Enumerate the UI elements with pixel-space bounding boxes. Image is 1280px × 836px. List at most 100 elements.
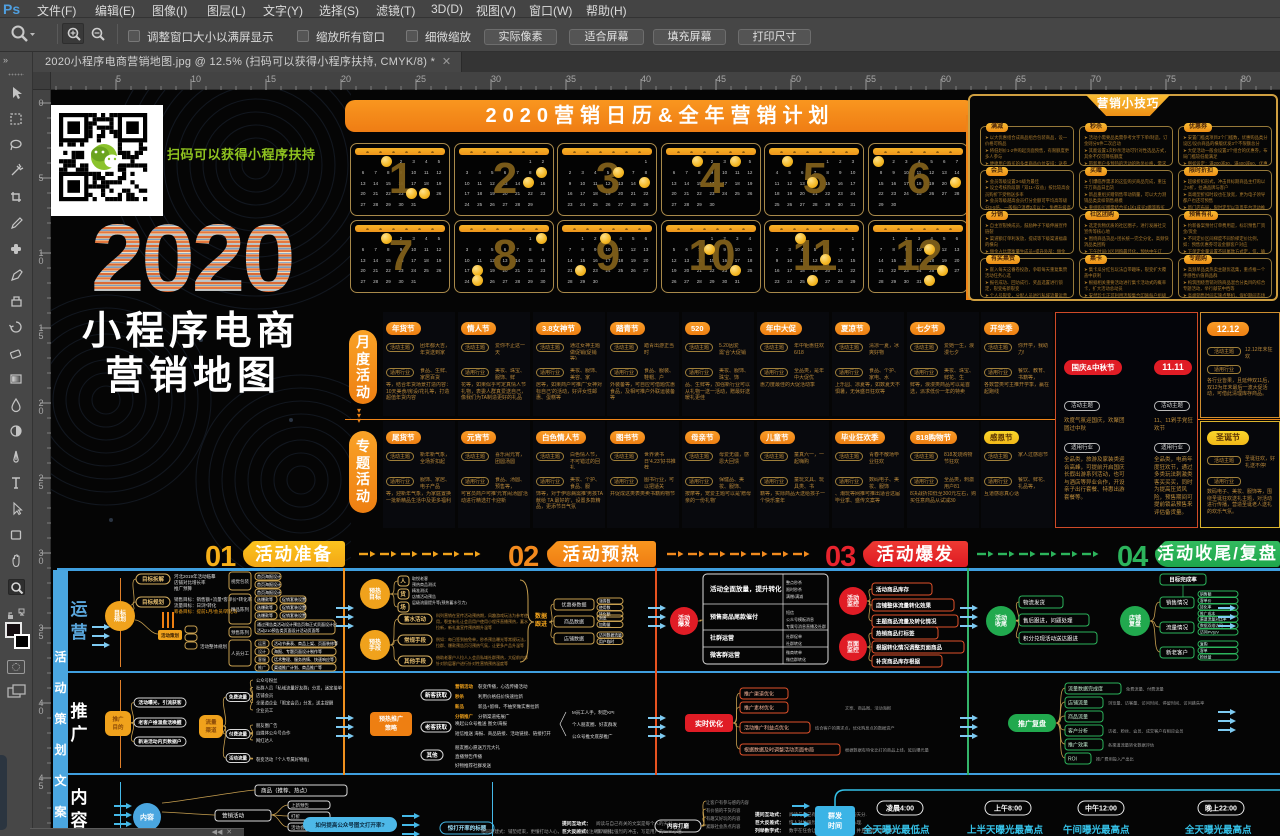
svg-text:网红达人: 网红达人 bbox=[256, 737, 274, 744]
svg-text:收尾: 收尾 bbox=[995, 620, 1007, 628]
svg-text:有趣又好玩的内容: 有趣又好玩的内容 bbox=[706, 815, 741, 822]
svg-text:销售额: 销售额 bbox=[1200, 592, 1212, 597]
svg-text:手段: 手段 bbox=[369, 644, 381, 652]
svg-text:新进活动内页数据户: 新进活动内页数据户 bbox=[138, 738, 181, 745]
svg-text:分销渠道拓展广: 分销渠道拓展广 bbox=[478, 713, 510, 720]
svg-text:复购: 复购 bbox=[1200, 642, 1208, 647]
svg-text:根据数据及时调整活动页面布局: 根据数据及时调整活动页面布局 bbox=[744, 747, 814, 754]
svg-text:活动: 活动 bbox=[995, 614, 1007, 622]
svg-text:根据数据有特化比打的商品上线，延后曝光量: 根据数据有特化比打的商品上线，延后曝光量 bbox=[845, 747, 929, 754]
svg-text:其他: 其他 bbox=[426, 751, 438, 759]
svg-text:活动流量: 活动流量 bbox=[229, 755, 247, 762]
svg-text:店铺整体流量转化效果: 店铺整体流量转化效果 bbox=[876, 602, 932, 610]
svg-text:上半天曝光最高点: 上半天曝光最高点 bbox=[967, 824, 1044, 836]
svg-text:促销套装设置: 促销套装设置 bbox=[282, 604, 306, 610]
svg-text:让客户有参与感的内容: 让客户有参与感的内容 bbox=[706, 799, 750, 806]
svg-text:老客获取: 老客获取 bbox=[424, 723, 448, 731]
svg-text:如何提高公众号图文打开率?: 如何提高公众号图文打开率? bbox=[315, 821, 385, 829]
svg-text:其他手段: 其他手段 bbox=[404, 657, 427, 665]
svg-text:浏览量、访客量、访问时间、停留时间、访问跳失率: 浏览量、访客量、访问时间、停留时间、访问跳失率 bbox=[1108, 700, 1204, 707]
svg-text:活动商品库存: 活动商品库存 bbox=[876, 586, 910, 594]
svg-text:蓄水活动: 蓄水活动 bbox=[404, 615, 427, 623]
svg-text:推广效果: 推广效果 bbox=[1068, 742, 1088, 749]
svg-text:活动推广利益点优化: 活动推广利益点优化 bbox=[744, 725, 789, 732]
svg-text:新品+留样，不抽奖做实惠拉新: 新品+留样，不抽奖做实惠拉新 bbox=[478, 703, 540, 710]
svg-text:紧跟社会热点内容: 紧跟社会热点内容 bbox=[706, 823, 741, 830]
svg-text:微客群运营: 微客群运营 bbox=[709, 651, 740, 659]
svg-text:全天曝光最高点: 全天曝光最高点 bbox=[1184, 824, 1252, 836]
svg-text:推广成本: 推广成本 bbox=[1200, 611, 1215, 616]
svg-text:选爆款等: 选爆款等 bbox=[257, 596, 273, 602]
svg-text:售后跟进，问题处理: 售后跟进，问题处理 bbox=[1023, 617, 1073, 625]
svg-text:文案、商品图、活动海报: 文案、商品图、活动海报 bbox=[845, 705, 892, 712]
svg-text:优惠券数据: 优惠券数据 bbox=[561, 602, 586, 609]
svg-text:预热商品测试: 预热商品测试 bbox=[412, 581, 436, 587]
svg-text:促销套装设置: 促销套装设置 bbox=[282, 612, 306, 618]
svg-text:主题商品流量及转化情况: 主题商品流量及转化情况 bbox=[876, 618, 937, 626]
svg-text:精准测试: 精准测试 bbox=[412, 587, 428, 593]
svg-text:全天曝光最低点: 全天曝光最低点 bbox=[862, 824, 930, 836]
svg-text:店铺活动预告: 店铺活动预告 bbox=[412, 593, 436, 599]
svg-text:场: 场 bbox=[400, 603, 406, 611]
svg-text:全渠道企业「限定会员」分发，送主提醒: 全渠道企业「限定会员」分发，送主提醒 bbox=[256, 700, 334, 707]
svg-text:微信群转化: 微信群转化 bbox=[786, 656, 806, 662]
svg-text:新品: 新品 bbox=[455, 703, 464, 710]
svg-text:拉群、爆款预告页可预热气氛，让更多产品升温等: 拉群、爆款预告页可预热气氛，让更多产品升温等 bbox=[436, 642, 524, 648]
svg-text:预热: 预热 bbox=[369, 638, 381, 646]
svg-text:有价值的干货内容: 有价值的干货内容 bbox=[706, 807, 741, 814]
svg-text:内容打磨: 内容打磨 bbox=[667, 822, 690, 830]
svg-text:跟进: 跟进 bbox=[535, 620, 547, 628]
svg-text:爆发: 爆发 bbox=[678, 620, 690, 628]
svg-text:自媒体公众号合作: 自媒体公众号合作 bbox=[256, 730, 291, 737]
svg-text:推广费用投入产出比: 推广费用投入产出比 bbox=[1096, 756, 1134, 763]
svg-text:预售商品尾款催付: 预售商品尾款催付 bbox=[710, 613, 758, 621]
svg-text:社群促单: 社群促单 bbox=[786, 633, 802, 639]
svg-text:例如：每日签到抽免单，秒杀预告曝光等常规玩法，: 例如：每日签到抽免单，秒杀预告曝光等常规玩法， bbox=[436, 636, 528, 642]
svg-text:活动策划: 活动策划 bbox=[161, 632, 179, 639]
svg-text:河北2019年活动临摹: 河北2019年活动临摹 bbox=[174, 573, 216, 580]
svg-text:上新预告: 上新预告 bbox=[291, 802, 309, 809]
svg-text:营销活动: 营销活动 bbox=[222, 812, 245, 820]
svg-text:提问互动式：: 提问互动式： bbox=[562, 820, 591, 827]
svg-text:预售陈列: 预售陈列 bbox=[231, 629, 249, 636]
svg-text:公众号模板消息: 公众号模板消息 bbox=[786, 616, 814, 622]
svg-text:流量数据完成度: 流量数据完成度 bbox=[1068, 686, 1103, 693]
svg-text:店铺: 店铺 bbox=[1129, 614, 1141, 622]
svg-text:免费流量: 免费流量 bbox=[229, 694, 247, 701]
svg-text:规划: 规划 bbox=[114, 615, 126, 623]
svg-text:推广渠道优化: 推广渠道优化 bbox=[744, 691, 774, 698]
svg-text:实时优化: 实时优化 bbox=[695, 719, 723, 728]
svg-text:营销活动: 营销活动 bbox=[455, 683, 473, 690]
svg-text:数据: 数据 bbox=[535, 612, 547, 620]
svg-text:相同新建式：铺垫结束，更懂打动人心，让人不自觉关注刷新发展。: 相同新建式：铺垫结束，更懂打动人心，让人不自觉关注刷新发展。 bbox=[481, 828, 616, 835]
svg-text:ROI: ROI bbox=[1068, 757, 1077, 763]
svg-text:商品数据: 商品数据 bbox=[564, 619, 584, 626]
svg-text:时间: 时间 bbox=[828, 821, 842, 830]
svg-text:活动: 活动 bbox=[678, 614, 690, 622]
svg-text:活动曝光，引流获客: 活动曝光，引流获客 bbox=[138, 699, 181, 706]
svg-text:各渠道流量转化数据评估: 各渠道流量转化数据评估 bbox=[1108, 742, 1154, 749]
svg-text:常规手段: 常规手段 bbox=[404, 636, 427, 644]
svg-text:店铺流量: 店铺流量 bbox=[1068, 700, 1088, 707]
svg-text:活动全面放量，提升转化: 活动全面放量，提升转化 bbox=[710, 584, 782, 593]
svg-text:精品陈列: 精品陈列 bbox=[231, 606, 249, 613]
svg-text:巨大反差式：: 巨大反差式： bbox=[755, 819, 784, 826]
svg-text:渠道推广计划、商品推广等: 渠道推广计划、商品推广等 bbox=[274, 664, 322, 670]
svg-text:活动: 活动 bbox=[847, 594, 859, 602]
svg-text:活动210预告类页面设计活动页面等: 活动210预告类页面设计活动页面等 bbox=[257, 627, 320, 633]
svg-text:监控: 监控 bbox=[847, 600, 859, 608]
svg-text:拉新，新礼盒宣传预热期升温等: 拉新，新礼盒宣传预热期升温等 bbox=[436, 624, 492, 630]
svg-text:个人朋友圈、好友群发: 个人朋友圈、好友群发 bbox=[572, 721, 617, 728]
svg-text:物流发货: 物流发货 bbox=[1023, 599, 1046, 607]
svg-text:目标规划: 目标规划 bbox=[142, 598, 165, 606]
svg-text:推广: 推广 bbox=[112, 715, 124, 723]
svg-text:专属号消息直播及社群: 专属号消息直播及社群 bbox=[786, 623, 826, 629]
svg-text:好物推荐社群发送: 好物推荐社群发送 bbox=[455, 762, 491, 769]
svg-text:访问数据流量: 访问数据流量 bbox=[599, 633, 622, 638]
svg-text:转化率: 转化率 bbox=[1200, 605, 1212, 610]
svg-text:科列营销在宣传活动预热期，风趣游戏玩法为参考使: 科列营销在宣传活动预热期，风趣游戏玩法为参考使 bbox=[436, 612, 528, 618]
svg-text:首页海报设计: 首页海报设计 bbox=[257, 581, 281, 587]
svg-text:页面: 页面 bbox=[847, 640, 859, 648]
svg-text:唤起公众号推送 图文/海报: 唤起公众号推送 图文/海报 bbox=[455, 720, 507, 727]
svg-text:商品流量: 商品流量 bbox=[1068, 714, 1088, 721]
